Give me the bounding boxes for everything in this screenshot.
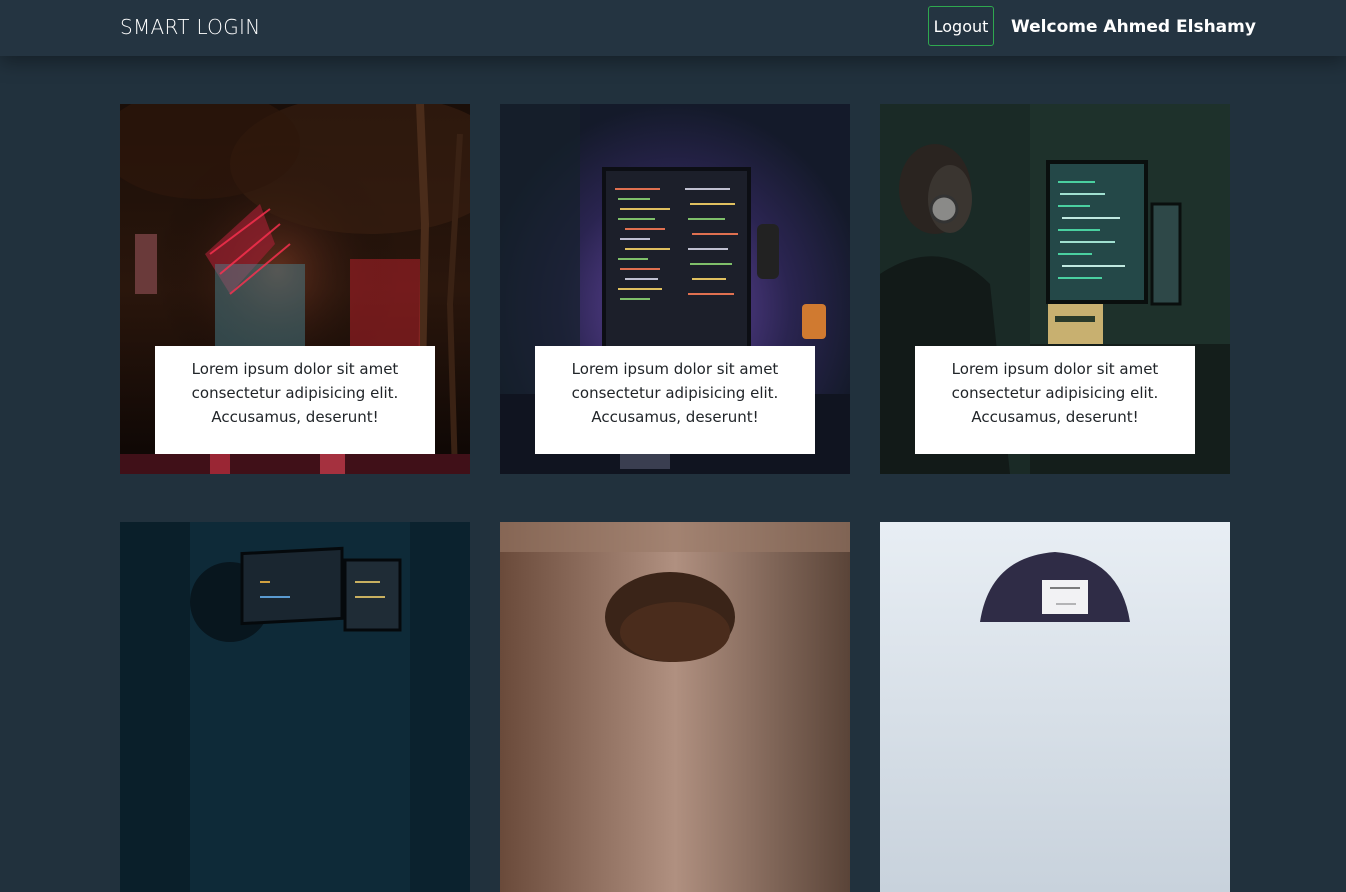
card <box>880 522 1230 892</box>
brand-title[interactable]: SMART LOGIN <box>120 15 260 39</box>
card <box>500 522 850 892</box>
card <box>120 522 470 892</box>
person-cap-photo <box>880 522 1230 892</box>
card-caption: Lorem ipsum dolor sit amet consectetur a… <box>535 346 815 454</box>
person-hair-closeup-photo <box>500 522 850 892</box>
navbar: SMART LOGIN Logout Welcome Ahmed Elshamy <box>0 0 1346 56</box>
card: Lorem ipsum dolor sit amet consectetur a… <box>500 104 850 474</box>
logout-button[interactable]: Logout <box>928 6 994 46</box>
card: Lorem ipsum dolor sit amet consectetur a… <box>120 104 470 474</box>
welcome-message: Welcome Ahmed Elshamy <box>1011 17 1256 37</box>
card-caption: Lorem ipsum dolor sit amet consectetur a… <box>155 346 435 454</box>
laptops-dark-office-photo <box>120 522 470 892</box>
card: Lorem ipsum dolor sit amet consectetur a… <box>880 104 1230 474</box>
card-caption: Lorem ipsum dolor sit amet consectetur a… <box>915 346 1195 454</box>
